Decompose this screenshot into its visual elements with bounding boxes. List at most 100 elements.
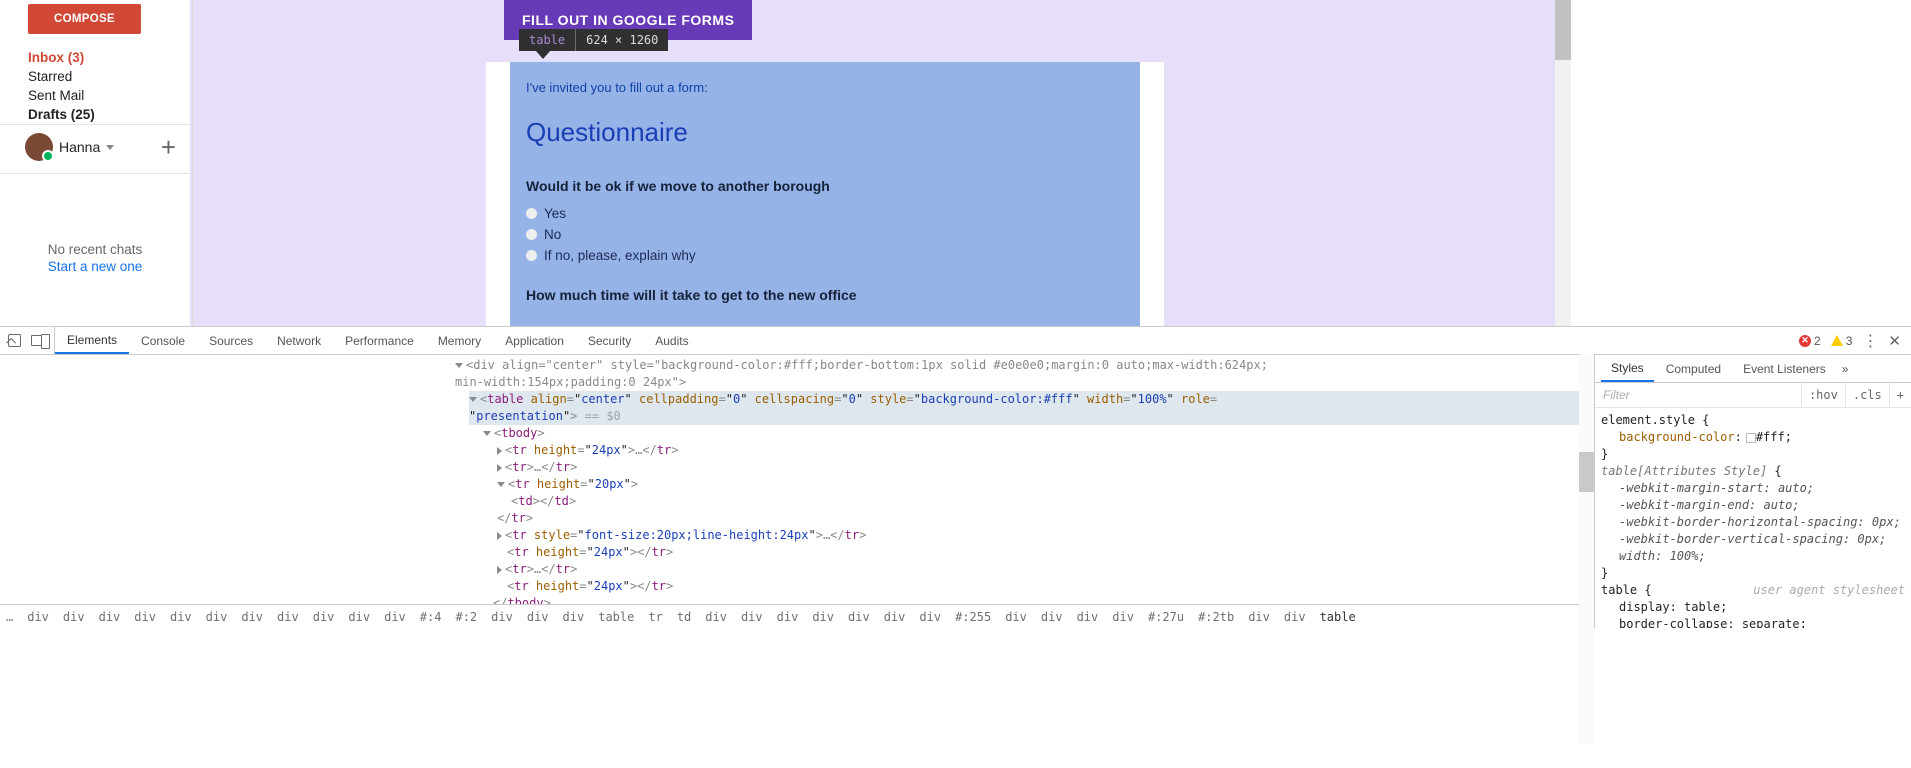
- toggle-hov[interactable]: :hov: [1801, 383, 1845, 407]
- breadcrumb-item[interactable]: …: [6, 610, 13, 624]
- invite-text: I've invited you to fill out a form:: [526, 80, 1124, 95]
- chat-user-row[interactable]: Hanna +: [0, 125, 190, 174]
- breadcrumb-item[interactable]: div: [1112, 610, 1134, 624]
- breadcrumb-item[interactable]: div: [777, 610, 799, 624]
- breadcrumb-item[interactable]: #:2tb: [1198, 610, 1234, 624]
- breadcrumb-item[interactable]: div: [741, 610, 763, 624]
- option-label: If no, please, explain why: [544, 248, 696, 263]
- breadcrumb-item[interactable]: div: [134, 610, 156, 624]
- question-2: How much time will it take to get to the…: [526, 287, 1124, 303]
- breadcrumb-item[interactable]: div: [313, 610, 335, 624]
- radio-icon[interactable]: [526, 229, 537, 240]
- chat-user-name: Hanna: [59, 139, 100, 155]
- breadcrumb-item[interactable]: div: [27, 610, 49, 624]
- breadcrumb-item[interactable]: div: [848, 610, 870, 624]
- chevron-down-icon[interactable]: [106, 145, 114, 150]
- event-listeners-tab[interactable]: Event Listeners: [1733, 355, 1836, 382]
- sidebar-item-inbox[interactable]: Inbox (3): [0, 48, 190, 67]
- breadcrumb-item[interactable]: div: [812, 610, 834, 624]
- devtools: Elements Console Sources Network Perform…: [0, 326, 1911, 628]
- toggle-cls[interactable]: .cls: [1845, 383, 1889, 407]
- tab-security[interactable]: Security: [576, 327, 643, 354]
- email-card: I've invited you to fill out a form: Que…: [486, 62, 1164, 326]
- radio-icon[interactable]: [526, 208, 537, 219]
- devtools-menu-icon[interactable]: ⋮: [1862, 331, 1878, 351]
- breadcrumb-item[interactable]: table: [1320, 610, 1356, 624]
- inspected-table-highlight[interactable]: I've invited you to fill out a form: Que…: [510, 62, 1140, 326]
- computed-tab[interactable]: Computed: [1656, 355, 1731, 382]
- tooltip-arrow-icon: [536, 51, 550, 59]
- question-1: Would it be ok if we move to another bor…: [526, 178, 1124, 194]
- breadcrumb-item[interactable]: div: [348, 610, 370, 624]
- tab-console[interactable]: Console: [129, 327, 197, 354]
- breadcrumb-item[interactable]: div: [384, 610, 406, 624]
- breadcrumb-item[interactable]: #:255: [955, 610, 991, 624]
- radio-icon[interactable]: [526, 250, 537, 261]
- breadcrumb-item[interactable]: div: [277, 610, 299, 624]
- breadcrumb-item[interactable]: td: [677, 610, 691, 624]
- warning-icon: [1831, 335, 1843, 346]
- breadcrumb-item[interactable]: div: [170, 610, 192, 624]
- breadcrumb-item[interactable]: div: [1248, 610, 1270, 624]
- tab-application[interactable]: Application: [493, 327, 576, 354]
- tab-memory[interactable]: Memory: [426, 327, 493, 354]
- breadcrumb-item[interactable]: div: [63, 610, 85, 624]
- inspect-element-icon[interactable]: [8, 334, 21, 347]
- sidebar-item-starred[interactable]: Starred: [0, 67, 190, 86]
- tab-elements[interactable]: Elements: [55, 327, 129, 354]
- scrollbar-thumb[interactable]: [1579, 452, 1594, 492]
- compose-button[interactable]: COMPOSE: [28, 4, 141, 34]
- breadcrumb-item[interactable]: div: [705, 610, 727, 624]
- breadcrumb-item[interactable]: tr: [648, 610, 662, 624]
- styles-tab[interactable]: Styles: [1601, 355, 1654, 382]
- breadcrumb-item[interactable]: div: [206, 610, 228, 624]
- questionnaire-title[interactable]: Questionnaire: [526, 117, 1124, 148]
- tab-network[interactable]: Network: [265, 327, 333, 354]
- breadcrumb-item[interactable]: div: [527, 610, 549, 624]
- breadcrumb-item[interactable]: div: [1284, 610, 1306, 624]
- breadcrumb-item[interactable]: div: [1005, 610, 1027, 624]
- split-drag-handle[interactable]: [192, 0, 193, 326]
- option-yes[interactable]: Yes: [526, 206, 1124, 221]
- dom-tree-scrollbar[interactable]: [1579, 354, 1594, 744]
- nav-list: Inbox (3) Starred Sent Mail Drafts (25): [0, 48, 190, 124]
- new-rule-button[interactable]: +: [1889, 383, 1911, 407]
- breadcrumb-item[interactable]: div: [1077, 610, 1099, 624]
- breadcrumb-item[interactable]: div: [99, 610, 121, 624]
- warning-count[interactable]: 3: [1831, 334, 1853, 348]
- styles-filter-input[interactable]: [1595, 388, 1801, 402]
- breadcrumb-item[interactable]: #:4: [420, 610, 442, 624]
- tab-sources[interactable]: Sources: [197, 327, 265, 354]
- option-no[interactable]: No: [526, 227, 1124, 242]
- sidebar-item-sent[interactable]: Sent Mail: [0, 86, 190, 105]
- dom-breadcrumb[interactable]: …divdivdivdivdivdivdivdivdivdivdiv#:4#:2…: [0, 604, 1593, 628]
- device-toolbar-icon[interactable]: [31, 335, 46, 346]
- new-chat-button[interactable]: +: [161, 142, 176, 152]
- breadcrumb-item[interactable]: table: [598, 610, 634, 624]
- gmail-sidebar: COMPOSE Inbox (3) Starred Sent Mail Draf…: [0, 0, 190, 326]
- styles-rules[interactable]: element.style { background-color:#fff; }…: [1595, 408, 1911, 628]
- breadcrumb-item[interactable]: div: [884, 610, 906, 624]
- dom-tree[interactable]: <div align="center" style="background-co…: [0, 355, 1593, 604]
- tab-performance[interactable]: Performance: [333, 327, 426, 354]
- breadcrumb-item[interactable]: div: [563, 610, 585, 624]
- tooltip-dimensions: 624 × 1260: [576, 29, 668, 51]
- close-devtools-icon[interactable]: ✕: [1888, 332, 1901, 350]
- chat-empty: No recent chats Start a new one: [0, 242, 190, 274]
- option-explain[interactable]: If no, please, explain why: [526, 248, 1124, 263]
- tooltip-tag: table: [519, 29, 576, 51]
- tab-audits[interactable]: Audits: [643, 327, 700, 354]
- page-scrollbar[interactable]: [1555, 0, 1571, 326]
- styles-more-icon[interactable]: »: [1842, 362, 1849, 376]
- no-chats-label: No recent chats: [0, 242, 190, 257]
- sidebar-item-drafts[interactable]: Drafts (25): [0, 105, 190, 124]
- breadcrumb-item[interactable]: div: [1041, 610, 1063, 624]
- breadcrumb-item[interactable]: div: [919, 610, 941, 624]
- breadcrumb-item[interactable]: div: [241, 610, 263, 624]
- breadcrumb-item[interactable]: #:27u: [1148, 610, 1184, 624]
- breadcrumb-item[interactable]: #:2: [455, 610, 477, 624]
- error-count[interactable]: ✕2: [1799, 334, 1821, 348]
- scrollbar-thumb[interactable]: [1555, 0, 1571, 60]
- breadcrumb-item[interactable]: div: [491, 610, 513, 624]
- start-chat-link[interactable]: Start a new one: [0, 259, 190, 274]
